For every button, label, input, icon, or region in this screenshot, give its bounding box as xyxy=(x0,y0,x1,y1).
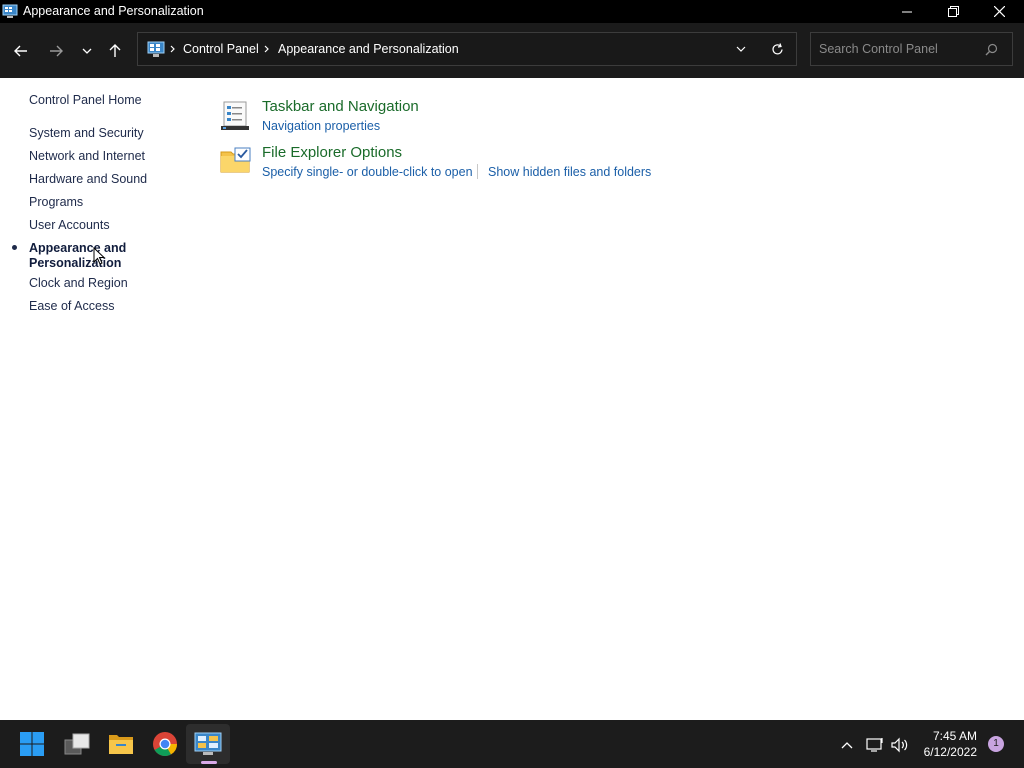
nav-hardware-and-sound[interactable]: Hardware and Sound xyxy=(29,172,147,187)
network-icon xyxy=(866,738,883,752)
chevron-right-icon xyxy=(170,45,175,53)
minimize-icon xyxy=(902,11,912,12)
nav-system-and-security[interactable]: System and Security xyxy=(29,126,144,141)
nav-control-panel-home[interactable]: Control Panel Home xyxy=(29,93,142,108)
network-status-button[interactable] xyxy=(866,736,884,754)
nav-user-accounts[interactable]: User Accounts xyxy=(29,218,110,233)
address-dropdown-icon[interactable] xyxy=(736,46,746,52)
file-explorer-icon xyxy=(109,735,133,754)
taskbar-icon[interactable] xyxy=(220,101,250,131)
chrome-button[interactable] xyxy=(151,730,179,758)
show-hidden-icons-button[interactable] xyxy=(838,736,856,754)
taskbar-and-navigation-title[interactable]: Taskbar and Navigation xyxy=(262,98,419,115)
navigation-bar: Control Panel Appearance and Personaliza… xyxy=(0,23,1024,78)
back-button[interactable] xyxy=(8,38,34,64)
task-view-icon xyxy=(64,733,90,755)
restore-icon xyxy=(947,6,959,17)
volume-icon xyxy=(891,737,908,753)
notification-badge[interactable]: 1 xyxy=(988,736,1004,752)
folder-options-icon[interactable] xyxy=(220,146,252,174)
search-input[interactable] xyxy=(811,33,981,65)
volume-button[interactable] xyxy=(891,736,909,754)
click-to-open-link[interactable]: Specify single- or double-click to open xyxy=(262,165,473,179)
minimize-button[interactable] xyxy=(884,0,930,23)
navigation-properties-link[interactable]: Navigation properties xyxy=(262,119,380,133)
chevron-down-icon xyxy=(82,48,92,54)
control-panel-icon xyxy=(2,4,18,18)
chevron-up-icon xyxy=(841,742,853,749)
control-panel-icon xyxy=(147,41,165,57)
active-indicator xyxy=(12,245,17,250)
control-panel-icon xyxy=(194,732,222,755)
address-bar[interactable]: Control Panel Appearance and Personaliza… xyxy=(137,32,797,66)
close-icon xyxy=(993,6,1005,17)
chrome-icon xyxy=(153,732,177,757)
show-hidden-files-link[interactable]: Show hidden files and folders xyxy=(488,165,651,179)
system-clock[interactable]: 7:45 AM 6/12/2022 xyxy=(924,728,977,760)
clock-time: 7:45 AM xyxy=(932,729,977,743)
start-button[interactable] xyxy=(18,730,46,758)
close-button[interactable] xyxy=(976,0,1022,23)
nav-ease-of-access[interactable]: Ease of Access xyxy=(29,299,114,314)
chevron-right-icon xyxy=(264,45,269,53)
window-title: Appearance and Personalization xyxy=(23,4,204,18)
nav-network-and-internet[interactable]: Network and Internet xyxy=(29,149,145,164)
task-view-button[interactable] xyxy=(63,730,91,758)
title-bar: Appearance and Personalization xyxy=(0,0,1024,23)
recent-locations-button[interactable] xyxy=(74,38,100,64)
maximize-button[interactable] xyxy=(930,0,976,23)
up-arrow-icon xyxy=(109,44,121,57)
back-arrow-icon xyxy=(14,45,27,57)
breadcrumb-appearance[interactable]: Appearance and Personalization xyxy=(278,42,459,56)
up-button[interactable] xyxy=(102,38,128,64)
nav-clock-and-region[interactable]: Clock and Region xyxy=(29,276,128,291)
clock-date: 6/12/2022 xyxy=(923,745,977,759)
search-box[interactable] xyxy=(810,32,1013,66)
nav-programs[interactable]: Programs xyxy=(29,195,83,210)
breadcrumb-control-panel[interactable]: Control Panel xyxy=(183,42,259,56)
mouse-cursor-icon xyxy=(93,247,106,265)
file-explorer-button[interactable] xyxy=(107,730,135,758)
forward-arrow-icon xyxy=(50,45,63,57)
control-panel-taskbar-button[interactable] xyxy=(194,730,222,758)
link-divider xyxy=(477,164,478,179)
forward-button[interactable] xyxy=(43,38,69,64)
search-icon[interactable] xyxy=(985,43,998,56)
windows-start-icon xyxy=(20,732,44,756)
nav-appearance-and-personalization[interactable]: Appearance and Personalization xyxy=(29,241,139,271)
file-explorer-options-title[interactable]: File Explorer Options xyxy=(262,144,402,161)
refresh-icon[interactable] xyxy=(771,43,784,56)
active-app-indicator xyxy=(201,761,217,764)
